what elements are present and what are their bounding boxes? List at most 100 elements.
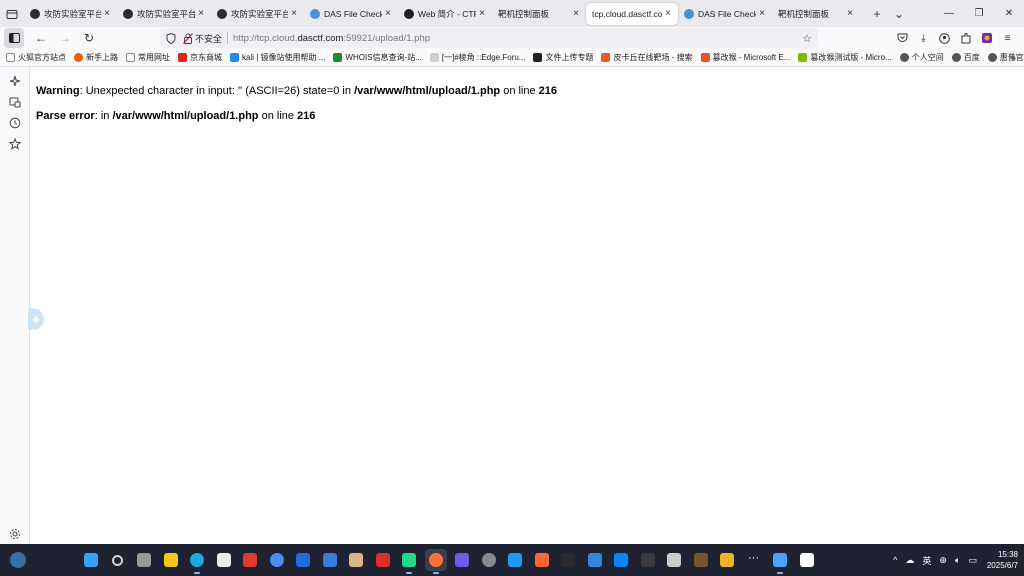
tab-close-icon[interactable]: ×	[195, 8, 207, 19]
account-icon[interactable]	[934, 32, 955, 44]
taskbar-search-button[interactable]	[107, 549, 129, 571]
url-bar[interactable]: 不安全 http://tcp.cloud.dasctf.com:59921/up…	[160, 28, 818, 48]
taskbar-wps-button[interactable]	[372, 549, 394, 571]
tab-close-icon[interactable]: ×	[756, 8, 768, 19]
tab-close-icon[interactable]: ×	[662, 8, 674, 19]
tab-9[interactable]: 靶机控制面板 ×	[772, 3, 860, 25]
reload-button[interactable]: ↻	[78, 28, 100, 48]
taskbar-app-teal-button[interactable]	[584, 549, 606, 571]
taskbar-app-dark-button[interactable]	[637, 549, 659, 571]
taskbar-files-button[interactable]	[292, 549, 314, 571]
tray-overflow-chevron-icon[interactable]: ^	[893, 555, 897, 565]
taskbar-app-light-button[interactable]	[663, 549, 685, 571]
taskbar-photos-button[interactable]	[319, 549, 341, 571]
menu-icon[interactable]: ≡	[997, 33, 1018, 44]
bookmarks-star-icon[interactable]	[8, 137, 22, 151]
ms-icon	[700, 53, 710, 62]
taskbar-app-brown-button[interactable]	[690, 549, 712, 571]
taskbar-typora-button[interactable]	[796, 549, 818, 571]
synced-tabs-icon[interactable]	[8, 95, 22, 109]
tab-1[interactable]: 攻防实验室平台 ×	[24, 3, 117, 25]
customize-sidebar-gear-icon[interactable]	[8, 527, 22, 541]
tab-close-icon[interactable]: ×	[101, 8, 113, 19]
taskbar-app-red-button[interactable]	[239, 549, 261, 571]
bookmark-item[interactable]: 惠普官网	[987, 52, 1024, 63]
bookmarks-overflow-icon[interactable]: »	[1011, 53, 1016, 63]
bookmark-item[interactable]: [一]#棱角 ::Edge.Foru...	[429, 52, 525, 63]
bookmark-item[interactable]: kali | 镜像站使用帮助 ...	[230, 52, 325, 63]
tab-close-icon[interactable]: ×	[476, 8, 488, 19]
bookmark-item[interactable]: 火狐官方站点	[6, 52, 66, 63]
taskbar-app-blue-button[interactable]	[504, 549, 526, 571]
bookmark-item[interactable]: 个人空间	[899, 52, 944, 63]
extension-avatar-icon[interactable]	[976, 32, 997, 44]
bookmark-item[interactable]: 篡改猴 - Microsoft E...	[700, 52, 790, 63]
minimize-button[interactable]: —	[934, 0, 964, 27]
back-button[interactable]: ←	[30, 28, 52, 48]
tab-3[interactable]: 攻防实验室平台 ×	[211, 3, 304, 25]
bookmark-item[interactable]: 新手上路	[74, 52, 118, 63]
bookmark-item[interactable]: WHOIS信息查询-站...	[333, 52, 422, 63]
extensions-icon[interactable]	[955, 32, 976, 44]
url-text[interactable]: http://tcp.cloud.dasctf.com:59921/upload…	[233, 33, 430, 44]
bookmark-item[interactable]: 京东商城	[178, 52, 222, 63]
taskbar-app-cyan-button[interactable]	[610, 549, 632, 571]
tab-close-icon[interactable]: ×	[844, 8, 856, 19]
tab-6[interactable]: 靶机控制面板 ×	[492, 3, 586, 25]
bookmarks-list: 火狐官方站点 新手上路 常用网址 京东商城 kali | 镜像站使用帮助 ... WHOI…	[6, 52, 1024, 63]
tab-close-icon[interactable]: ×	[570, 8, 582, 19]
bookmark-item[interactable]: 文件上传专题	[533, 52, 593, 63]
weather-widget-icon[interactable]	[10, 552, 26, 568]
battery-icon[interactable]: ▭	[968, 555, 977, 566]
tab-overview-button[interactable]	[0, 0, 24, 27]
restore-button[interactable]: ❐	[964, 0, 994, 27]
taskbar-firefox-button[interactable]	[424, 549, 447, 574]
tab-2[interactable]: 攻防实验室平台 ×	[117, 3, 211, 25]
clock[interactable]: 15:38 2025/6/7	[987, 549, 1018, 571]
forward-button[interactable]: →	[54, 28, 76, 48]
tab-close-icon[interactable]: ×	[382, 8, 394, 19]
input-method-indicator[interactable]: 英	[922, 554, 931, 567]
bookmark-item[interactable]: 百度	[951, 52, 980, 63]
list-tabs-button[interactable]: ⌄	[888, 7, 910, 21]
taskbar-terminal-button[interactable]	[557, 549, 579, 571]
taskbar-store-button[interactable]	[213, 549, 235, 571]
taskbar-app-gold-button[interactable]	[716, 549, 738, 571]
tray-cloud-icon[interactable]: ☁	[905, 555, 914, 566]
pocket-icon[interactable]	[892, 33, 913, 43]
volume-icon[interactable]: 🔈︎	[955, 555, 960, 566]
bookmark-star-icon[interactable]: ☆	[802, 32, 812, 45]
taskbar-file-explorer-button[interactable]	[160, 549, 182, 571]
bookmark-item[interactable]: 皮卡丘在线靶场 - 搜索	[601, 52, 693, 63]
insecure-lock-icon[interactable]	[183, 32, 193, 44]
tab-8[interactable]: DAS File Checker×	[678, 3, 772, 25]
app-gold-icon	[720, 553, 734, 567]
tab-close-icon[interactable]: ×	[288, 8, 300, 19]
taskbar-notes-button[interactable]	[769, 549, 791, 574]
taskbar-task-view-button[interactable]	[133, 549, 155, 571]
taskbar-start-button[interactable]	[80, 549, 102, 571]
tab-4[interactable]: DAS File Checker×	[304, 3, 398, 25]
taskbar-edge-button[interactable]	[186, 549, 208, 574]
taskbar-app-beige-button[interactable]	[345, 549, 367, 571]
tab-7[interactable]: tcp.cloud.dasctf.com ×	[586, 2, 678, 25]
taskbar-pycharm-button[interactable]	[398, 549, 420, 574]
taskbar-app-gray-button[interactable]	[478, 549, 500, 571]
app-brown-icon	[693, 553, 708, 567]
tab-5[interactable]: Web 简介 - CTF Wiki×	[398, 3, 492, 25]
bookmark-label: 京东商城	[190, 53, 222, 62]
taskbar-burp-button[interactable]	[531, 549, 553, 571]
bookmark-item[interactable]: 篡改猴测试版 - Micro...	[798, 52, 892, 63]
network-globe-icon[interactable]: ⊕	[939, 555, 947, 566]
new-tab-button[interactable]: +	[866, 7, 888, 21]
history-icon[interactable]	[8, 116, 22, 130]
taskbar-more-button[interactable]: ···	[743, 549, 765, 571]
taskbar-app-purple-button[interactable]	[451, 549, 473, 571]
taskbar-chrome-button[interactable]	[266, 549, 288, 571]
close-window-button[interactable]: ✕	[994, 0, 1024, 27]
downloads-icon[interactable]: ⤓	[913, 33, 934, 44]
ai-chat-icon[interactable]	[8, 74, 22, 88]
floating-assistant-handle[interactable]: ◆	[28, 308, 44, 330]
bookmark-item[interactable]: 常用网址	[126, 52, 170, 63]
sidebar-toggle-button[interactable]	[4, 28, 24, 48]
